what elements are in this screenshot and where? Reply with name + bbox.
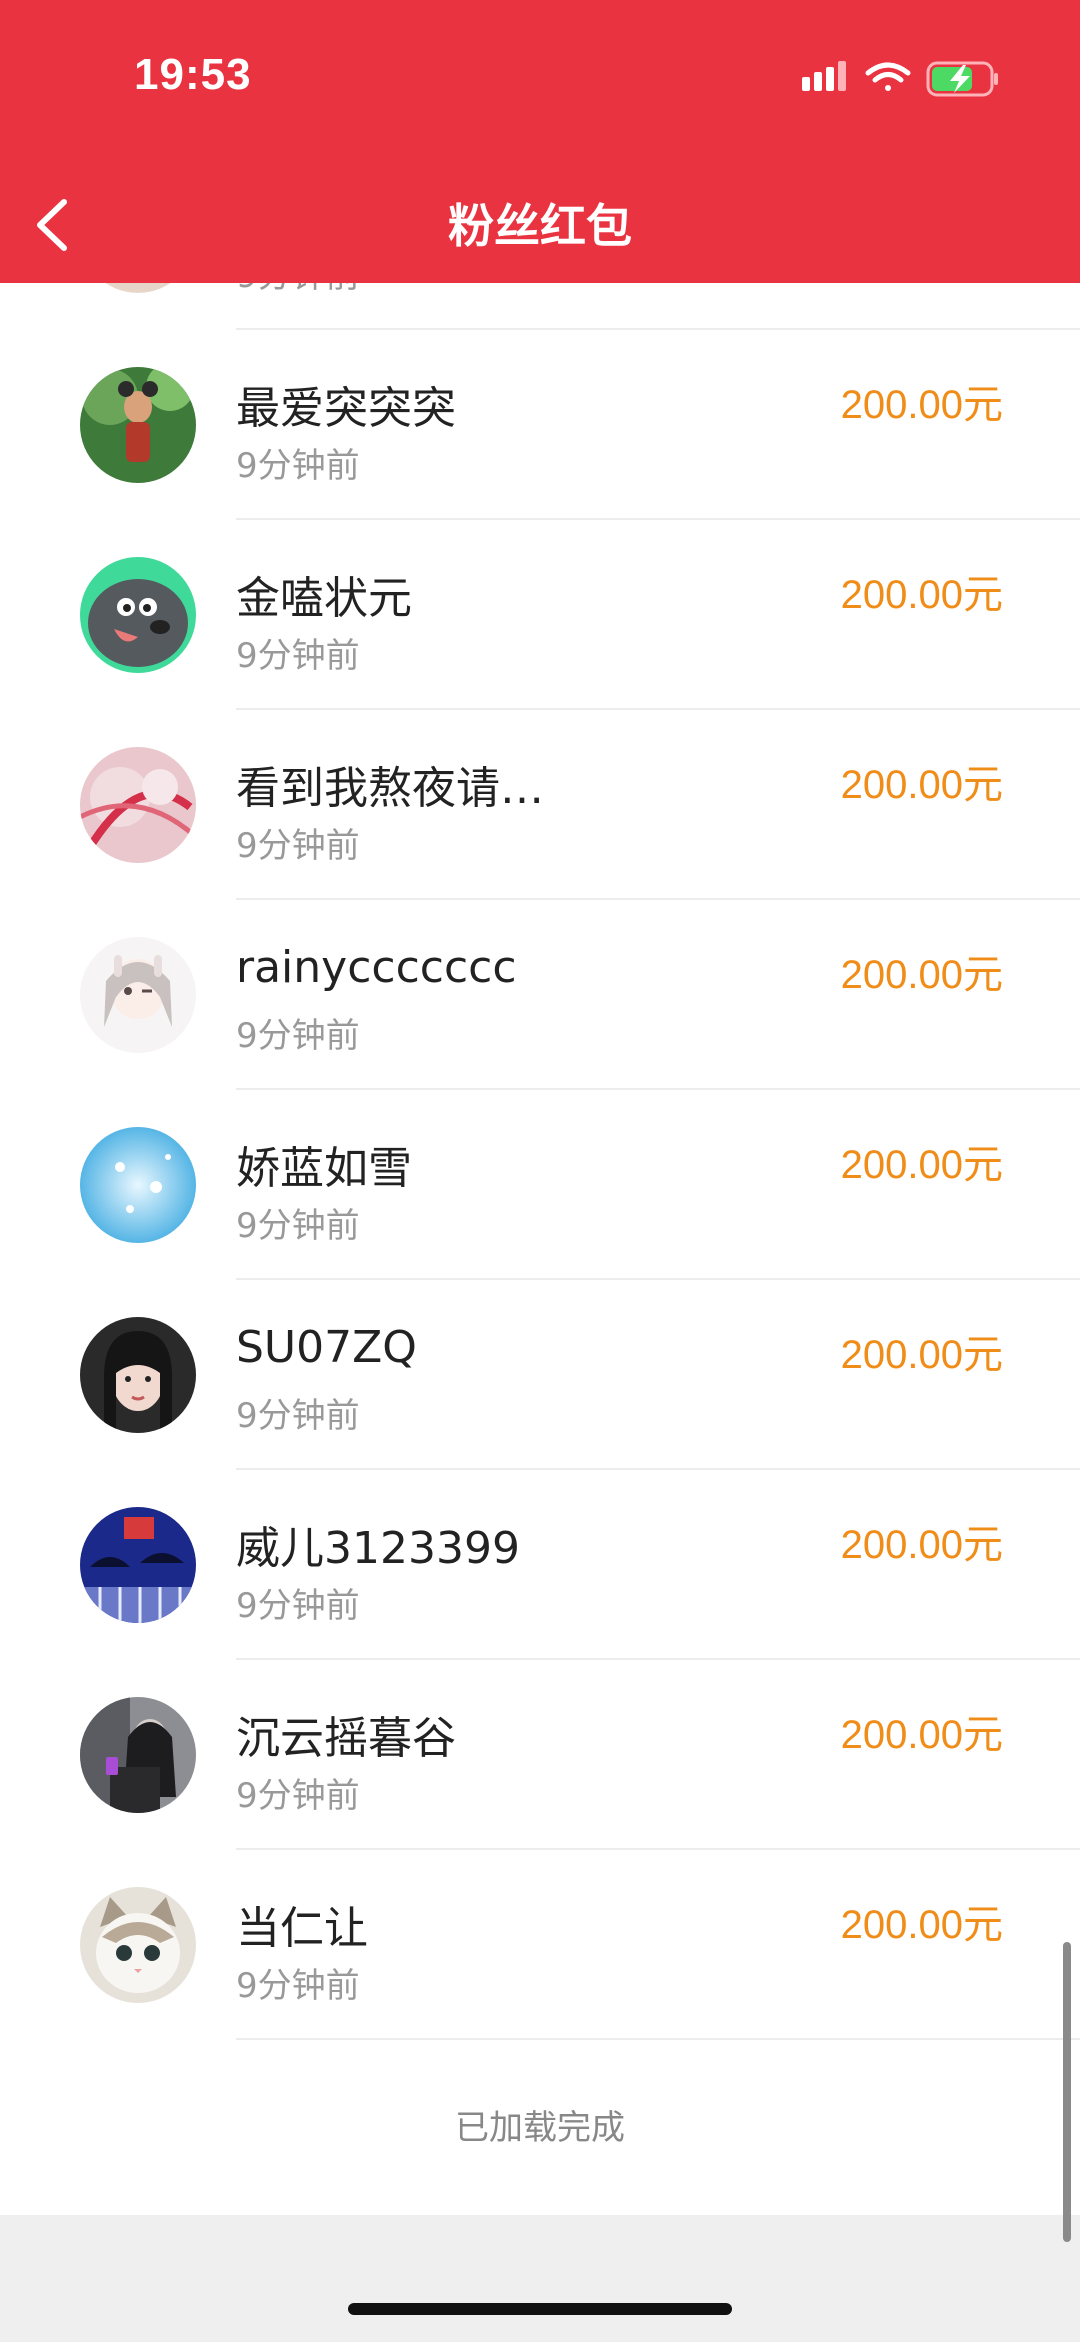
page-title: 粉丝红包 bbox=[448, 199, 632, 253]
amount: 200.00元 bbox=[840, 953, 1003, 997]
list-item[interactable]: 娇蓝如雪 9分钟前 200.00元 bbox=[0, 1090, 1080, 1280]
battery-charging-icon bbox=[926, 61, 998, 97]
user-name: rainyccccccc bbox=[236, 942, 517, 993]
avatar bbox=[80, 557, 196, 673]
app-header: 19:53 粉丝红包 bbox=[0, 0, 1080, 283]
home-indicator[interactable] bbox=[348, 2303, 732, 2315]
red-packet-list: 9分钟前 最爱突突突 9分钟前 200.00元 金嗑状元 9分钟前 200.00… bbox=[0, 140, 1080, 2040]
amount: 200.00元 bbox=[840, 1143, 1003, 1187]
timestamp: 9分钟前 bbox=[236, 1586, 360, 1626]
timestamp: 9分钟前 bbox=[236, 1016, 360, 1056]
status-icons bbox=[760, 55, 1080, 105]
list-item[interactable]: rainyccccccc 9分钟前 200.00元 bbox=[0, 900, 1080, 1090]
user-name: 威儿3123399 bbox=[236, 1523, 520, 1574]
list-item[interactable]: 沉云摇暮谷 9分钟前 200.00元 bbox=[0, 1660, 1080, 1850]
avatar bbox=[80, 747, 196, 863]
user-name: 娇蓝如雪 bbox=[236, 1143, 412, 1194]
avatar bbox=[80, 1127, 196, 1243]
timestamp: 9分钟前 bbox=[236, 826, 360, 866]
user-name: 看到我熬夜请… bbox=[236, 763, 544, 814]
amount: 200.00元 bbox=[840, 573, 1003, 617]
amount: 200.00元 bbox=[840, 1713, 1003, 1757]
user-name: 最爱突突突 bbox=[236, 383, 456, 434]
avatar bbox=[80, 1507, 196, 1623]
timestamp: 9分钟前 bbox=[236, 446, 360, 486]
avatar bbox=[80, 937, 196, 1053]
amount: 200.00元 bbox=[840, 383, 1003, 427]
user-name: 沉云摇暮谷 bbox=[236, 1713, 456, 1764]
amount: 200.00元 bbox=[840, 1523, 1003, 1567]
avatar bbox=[80, 1697, 196, 1813]
list-item[interactable]: 当仁让 9分钟前 200.00元 bbox=[0, 1850, 1080, 2040]
scrollbar[interactable] bbox=[1063, 1942, 1071, 2242]
user-name: SU07ZQ bbox=[236, 1322, 417, 1373]
list-item[interactable]: 威儿3123399 9分钟前 200.00元 bbox=[0, 1470, 1080, 1660]
timestamp: 9分钟前 bbox=[236, 1396, 360, 1436]
amount: 200.00元 bbox=[840, 1903, 1003, 1947]
list-item[interactable]: 最爱突突突 9分钟前 200.00元 bbox=[0, 330, 1080, 520]
signal-icon bbox=[802, 61, 846, 91]
status-time: 19:53 bbox=[134, 50, 252, 99]
list-item[interactable]: SU07ZQ 9分钟前 200.00元 bbox=[0, 1280, 1080, 1470]
user-name: 金嗑状元 bbox=[236, 573, 412, 624]
amount: 200.00元 bbox=[840, 1333, 1003, 1377]
timestamp: 9分钟前 bbox=[236, 1776, 360, 1816]
list-item[interactable]: 看到我熬夜请… 9分钟前 200.00元 bbox=[0, 710, 1080, 900]
load-complete-text: 已加载完成 bbox=[455, 2108, 625, 2148]
user-name: 当仁让 bbox=[236, 1903, 368, 1954]
amount: 200.00元 bbox=[840, 763, 1003, 807]
divider bbox=[236, 2038, 1080, 2040]
wifi-icon bbox=[865, 62, 911, 91]
list-item[interactable]: 金嗑状元 9分钟前 200.00元 bbox=[0, 520, 1080, 710]
timestamp: 9分钟前 bbox=[236, 636, 360, 676]
bottom-area bbox=[0, 2215, 1080, 2342]
timestamp: 9分钟前 bbox=[236, 1966, 360, 2006]
avatar bbox=[80, 1317, 196, 1433]
avatar bbox=[80, 1887, 196, 2003]
timestamp: 9分钟前 bbox=[236, 1206, 360, 1246]
avatar bbox=[80, 367, 196, 483]
